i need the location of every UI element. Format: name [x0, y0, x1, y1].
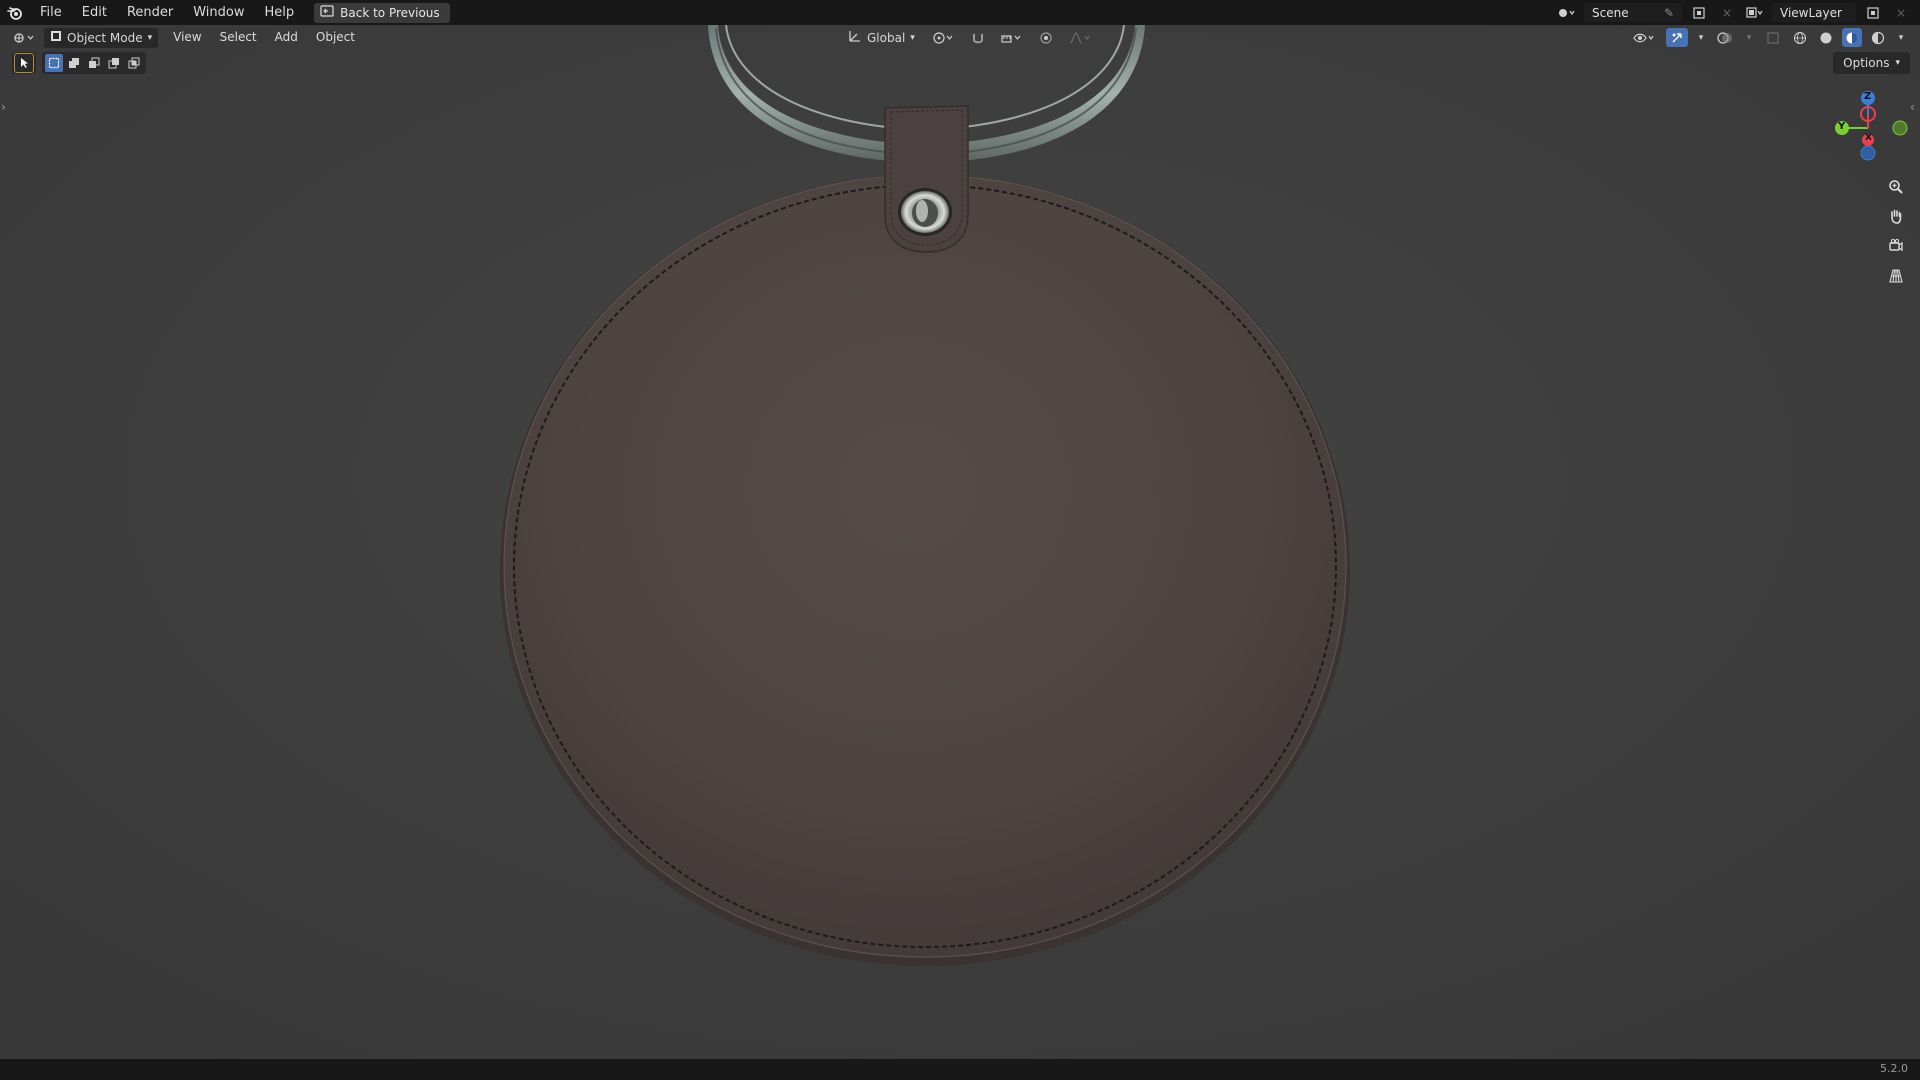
viewlayer-selector-icon[interactable]: [1744, 3, 1766, 22]
editor-type-icon[interactable]: [10, 28, 40, 47]
pin-icon[interactable]: ✎: [1664, 6, 1674, 20]
gizmo-z-label: Z: [1864, 91, 1872, 102]
new-viewlayer-icon[interactable]: [1862, 3, 1884, 22]
menu-select[interactable]: Select: [211, 25, 266, 50]
overlays-chevron-icon[interactable]: ▾: [1742, 28, 1756, 47]
menu-edit[interactable]: Edit: [72, 0, 117, 25]
menu-file[interactable]: File: [30, 0, 72, 25]
select-new-icon[interactable]: [45, 54, 63, 72]
transform-tools: Global ▾: [838, 25, 1095, 50]
keychain-render: [0, 0, 1920, 1059]
status-bar: 5.2.0: [0, 1059, 1920, 1080]
gizmo-x-label: X: [1865, 133, 1872, 143]
snap-icon[interactable]: [967, 28, 989, 47]
options-label: Options: [1843, 56, 1890, 70]
orientation-dropdown[interactable]: Global ▾: [842, 28, 921, 48]
viewlayer-name: ViewLayer: [1780, 5, 1842, 20]
delete-viewlayer-icon[interactable]: ×: [1890, 3, 1912, 22]
menu-window[interactable]: Window: [183, 0, 254, 25]
solid-shading-icon[interactable]: [1816, 28, 1836, 47]
wireframe-shading-icon[interactable]: [1790, 28, 1810, 47]
back-to-previous-label: Back to Previous: [340, 5, 440, 20]
top-menu-bar: File Edit Render Window Help Back to Pre…: [0, 0, 1920, 25]
pivot-point-icon[interactable]: [929, 28, 959, 47]
xray-icon[interactable]: [1762, 28, 1784, 47]
scene-selector-icon[interactable]: [1556, 3, 1578, 22]
mode-dropdown[interactable]: Object Mode ▾: [44, 27, 159, 48]
falloff-icon[interactable]: [1065, 28, 1095, 47]
3d-viewport[interactable]: [0, 0, 1920, 1059]
shading-options-chevron-icon[interactable]: ▾: [1894, 28, 1908, 47]
viewport-header: Object Mode ▾ View Select Add Object Glo…: [0, 25, 1920, 50]
viewlayer-field[interactable]: ViewLayer: [1772, 3, 1856, 22]
select-tool-icon[interactable]: [14, 53, 34, 73]
menu-object[interactable]: Object: [307, 25, 364, 50]
toolbar-expand-arrow-icon[interactable]: ›: [1, 100, 11, 116]
object-mode-icon: [50, 30, 62, 45]
orientation-icon: [848, 29, 862, 46]
gizmo-options-chevron-icon[interactable]: ▾: [1694, 28, 1708, 47]
navigation-gizmo[interactable]: Z Y X: [1820, 88, 1910, 168]
chevron-down-icon: ▾: [1895, 58, 1900, 68]
camera-view-icon[interactable]: [1884, 234, 1908, 258]
version-label: 5.2.0: [1880, 1062, 1908, 1075]
select-subtract-icon[interactable]: [85, 54, 103, 72]
back-to-previous-button[interactable]: Back to Previous: [314, 2, 450, 23]
chevron-down-icon: ▾: [147, 32, 153, 43]
snap-target-icon[interactable]: [997, 28, 1027, 47]
menu-add[interactable]: Add: [266, 25, 307, 50]
mode-label: Object Mode: [67, 30, 143, 45]
select-invert-icon[interactable]: [105, 54, 123, 72]
menu-view[interactable]: View: [164, 25, 210, 50]
select-intersect-icon[interactable]: [125, 54, 143, 72]
menu-help[interactable]: Help: [255, 0, 305, 25]
grommet: [898, 188, 952, 236]
chevron-down-icon: ▾: [910, 32, 915, 43]
tool-box-select: [12, 52, 36, 74]
viewport-display-tools: ▾ ▾ ▾: [1630, 25, 1908, 50]
leather-disc: [500, 174, 1350, 966]
select-extend-icon[interactable]: [65, 54, 83, 72]
gizmo-y-label: Y: [1838, 121, 1846, 132]
orientation-label: Global: [867, 30, 906, 45]
scene-field[interactable]: Scene ✎: [1584, 3, 1682, 22]
proportional-editing-icon[interactable]: [1035, 28, 1057, 47]
overlays-icon[interactable]: [1714, 28, 1736, 47]
back-icon: [320, 5, 334, 20]
zoom-icon[interactable]: [1884, 175, 1908, 199]
blender-logo-icon[interactable]: [0, 0, 30, 25]
rendered-shading-icon[interactable]: [1868, 28, 1888, 47]
selection-mode-group: [42, 52, 146, 74]
perspective-toggle-icon[interactable]: [1884, 264, 1908, 288]
pan-hand-icon[interactable]: [1884, 204, 1908, 228]
new-scene-icon[interactable]: [1688, 3, 1710, 22]
sidebar-expand-arrow-icon[interactable]: ‹: [1910, 100, 1920, 116]
workspace-controls: Scene ✎ × ViewLayer ×: [1556, 0, 1920, 25]
visibility-icon[interactable]: [1630, 28, 1660, 47]
scene-name: Scene: [1592, 5, 1629, 20]
selection-tool-row: [12, 52, 146, 74]
gizmo-toggle-icon[interactable]: [1666, 28, 1688, 47]
options-dropdown[interactable]: Options ▾: [1833, 52, 1910, 74]
menu-render[interactable]: Render: [117, 0, 183, 25]
delete-scene-icon[interactable]: ×: [1716, 3, 1738, 22]
material-preview-shading-icon[interactable]: [1842, 28, 1862, 47]
